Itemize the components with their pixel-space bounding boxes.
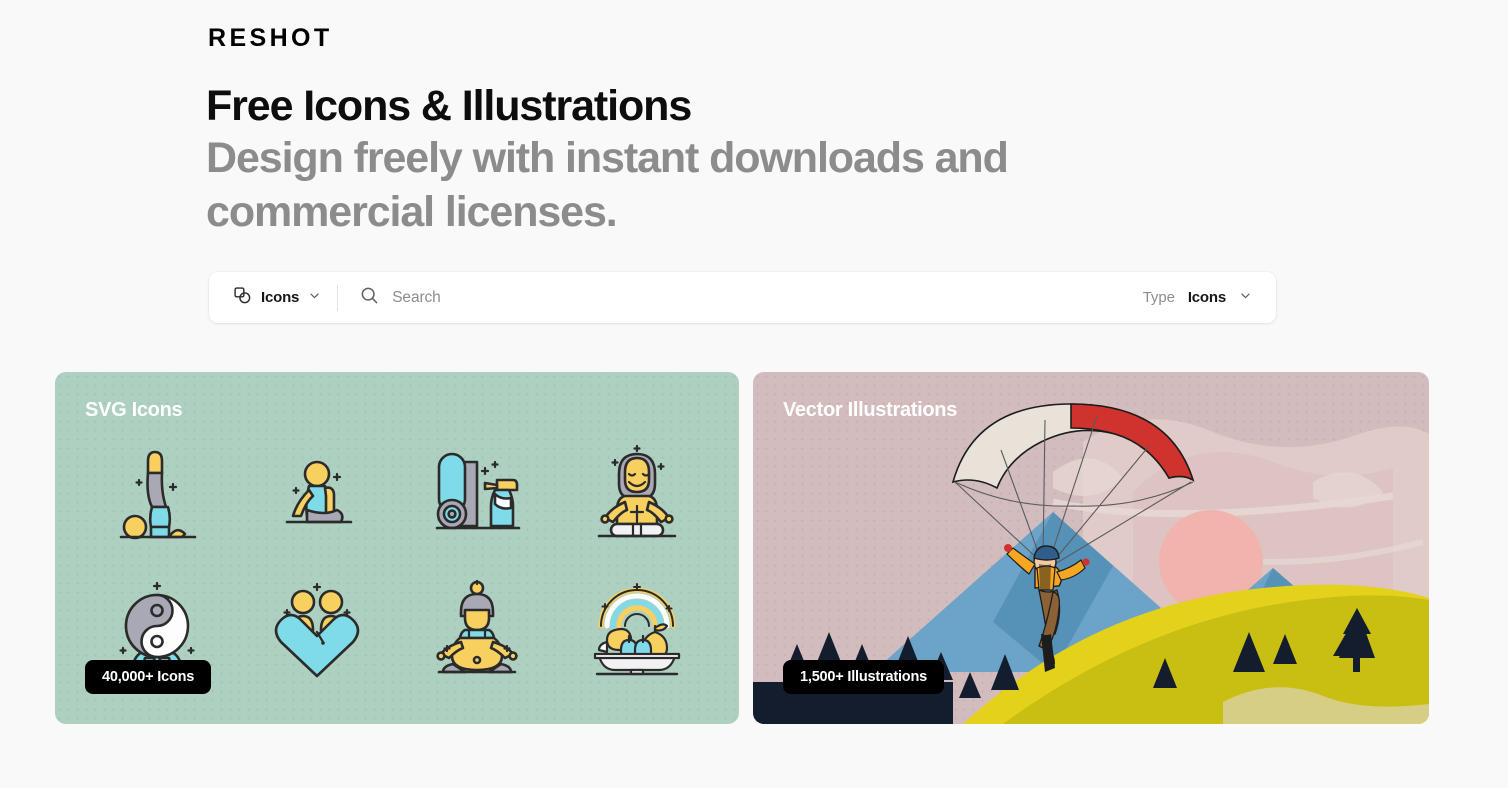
yoga-mat-spray-icon[interactable] [397,428,557,564]
search-icon [360,286,379,310]
card-title: SVG Icons [85,399,183,421]
pregnant-meditation-icon[interactable] [397,564,557,700]
category-dropdown[interactable]: Icons [209,272,337,323]
search-bar: Icons Search Type Icons [209,272,1276,323]
search-placeholder: Search [392,288,441,306]
page-title: Free Icons & Illustrations [206,82,692,130]
hero-section: Free Icons & Illustrations Design freely… [206,80,1206,239]
search-input[interactable]: Search [338,272,1131,323]
type-value: Icons [1187,289,1226,306]
category-value: Icons [261,289,300,306]
page-subtitle: Design freely with instant downloads and… [206,134,1009,236]
card-title: Vector Illustrations [783,399,958,421]
chevron-down-icon [308,289,321,307]
card-svg-icons[interactable]: SVG Icons 40,000+ Icons [55,372,739,724]
card-vector-illustrations[interactable]: Vector Illustrations 1,500+ Illustration… [753,372,1429,724]
type-label: Type [1142,289,1175,306]
page-root: RESHOT Free Icons & Illustrations Design… [0,0,1508,788]
icons-count-badge: 40,000+ Icons [85,660,212,694]
chevron-down-icon [1239,289,1252,307]
illustrations-count-badge: 1,500+ Illustrations [783,660,944,694]
yoga-shoulder-stand-icon[interactable] [77,428,237,564]
site-logo[interactable]: RESHOT [208,26,333,51]
meditating-guru-icon[interactable] [557,428,717,564]
yoga-seated-twist-icon[interactable] [237,428,397,564]
category-cards: SVG Icons 40,000+ Icons Vector Illustrat… [55,372,1429,724]
healthy-fruit-bowl-rainbow-icon[interactable] [557,564,717,700]
shapes-icon [233,286,252,310]
couple-heart-icon[interactable] [237,564,397,700]
type-dropdown[interactable]: Type Icons [1131,272,1276,323]
